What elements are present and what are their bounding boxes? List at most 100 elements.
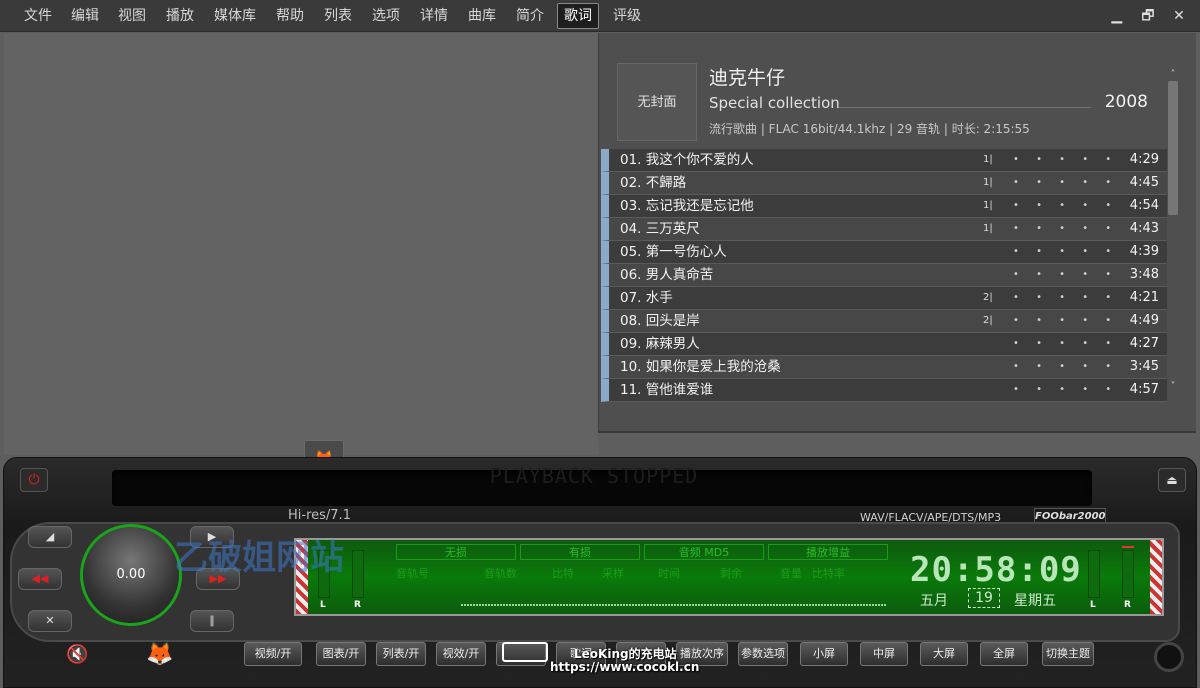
track-rate: 1| <box>983 177 993 188</box>
vu-channel-label: R <box>354 600 361 610</box>
album-year: 2008 <box>1104 92 1148 112</box>
track-row[interactable]: 04. 三万英尺 1| • • • • • 4:43 <box>601 218 1167 241</box>
rating-dots[interactable]: • • • • • <box>1013 356 1118 378</box>
rating-dots[interactable]: • • • • • <box>1013 172 1118 194</box>
track-row[interactable]: 08. 回头是岸 2| • • • • • 4:49 <box>601 310 1167 333</box>
rating-dots[interactable]: • • • • • <box>1013 287 1118 309</box>
track-row[interactable]: 07. 水手 2| • • • • • 4:21 <box>601 287 1167 310</box>
track-name: 05. 第一号伤心人 <box>620 244 727 260</box>
video-toggle-button[interactable]: 视频/开 <box>244 642 302 666</box>
label-bits: 比特 <box>552 567 574 580</box>
scroll-thumb[interactable] <box>1168 81 1178 215</box>
large-screen-button[interactable]: 大屏 <box>920 642 968 666</box>
track-duration: 4:54 <box>1129 198 1159 213</box>
scroll-down-icon[interactable]: ˅ <box>1167 381 1179 393</box>
vu-meter-right: L R <box>1080 544 1146 610</box>
playback-status: PLAYBACK STOPPED <box>489 464 699 488</box>
lcd-stripe-right <box>1150 540 1162 614</box>
track-row[interactable]: 10. 如果你是爱上我的沧桑 • • • • • 3:45 <box>601 356 1167 379</box>
switch-theme-button[interactable]: 切换主题 <box>1042 642 1094 666</box>
rating-dots[interactable]: • • • • • <box>1013 149 1118 171</box>
pause-icon[interactable]: ∥ <box>190 610 234 632</box>
rating-dots[interactable]: • • • • • <box>1013 195 1118 217</box>
track-duration: 4:49 <box>1129 313 1159 328</box>
menu-lyrics[interactable]: 歌词 <box>557 3 599 29</box>
rating-dots[interactable]: • • • • • <box>1013 333 1118 355</box>
visual-toggle-button[interactable]: 视效/开 <box>436 642 486 666</box>
track-duration: 4:45 <box>1129 175 1159 190</box>
track-rate: 1| <box>983 223 993 234</box>
date-day: 19 <box>968 588 1000 608</box>
tag-replaygain: 播放增益 <box>768 544 888 560</box>
foobar-window: 文件 编辑 视图 播放 媒体库 帮助 列表 选项 详情 曲库 简介 歌词 评级 … <box>0 0 1200 688</box>
date-month: 五月 <box>920 593 948 609</box>
car-stereo-panel: ⏻ PLAYBACK STOPPED ⏏ Hi-res/7.1 WAV/FLAC… <box>3 457 1197 688</box>
track-rate: 2| <box>983 315 993 326</box>
chart-toggle-button[interactable]: 图表/开 <box>316 642 366 666</box>
menu-library[interactable]: 媒体库 <box>208 3 262 29</box>
menu-intro[interactable]: 简介 <box>510 3 550 29</box>
rating-dots[interactable]: • • • • • <box>1013 310 1118 332</box>
list-toggle-button[interactable]: 列表/开 <box>376 642 426 666</box>
minimize-icon[interactable]: ▁ <box>1104 4 1130 28</box>
track-name: 02. 不歸路 <box>620 175 687 191</box>
track-duration: 4:57 <box>1129 382 1159 397</box>
track-scrollbar[interactable]: ˄ ˅ <box>1167 69 1179 401</box>
fox-logo-icon: 🦊 <box>146 642 174 667</box>
stop-icon[interactable]: ✕ <box>28 610 72 632</box>
menu-options[interactable]: 选项 <box>366 3 406 29</box>
side-button-1[interactable]: ◢ <box>28 526 72 548</box>
scroll-up-icon[interactable]: ˄ <box>1167 69 1179 81</box>
track-row[interactable]: 09. 麻辣男人 • • • • • 4:27 <box>601 333 1167 356</box>
preferences-button[interactable]: 参数选项 <box>738 642 788 666</box>
medium-screen-button[interactable]: 中屏 <box>860 642 908 666</box>
track-row[interactable]: 11. 管他谁爱谁 • • • • • 4:57 <box>601 379 1167 402</box>
power-knob[interactable] <box>1154 642 1184 672</box>
vu-bar <box>1122 550 1134 598</box>
visualization-pane[interactable] <box>4 33 598 455</box>
menu-music-lib[interactable]: 曲库 <box>462 3 502 29</box>
close-icon[interactable]: ✕ <box>1166 4 1192 28</box>
track-row[interactable]: 01. 我这个你不爱的人 1| • • • • • 4:29 <box>601 149 1167 172</box>
fullscreen-button[interactable]: 全屏 <box>980 642 1028 666</box>
restore-icon[interactable]: 🗗 <box>1135 4 1161 28</box>
label-volume: 音量 <box>780 567 802 580</box>
vu-channel-label: L <box>1090 600 1096 610</box>
label-remaining: 剩余 <box>720 567 742 580</box>
tag-md5: 音频 MD5 <box>644 544 764 560</box>
label-track-count: 音轨数 <box>484 567 517 580</box>
track-row[interactable]: 06. 男人真命苦 • • • • • 3:48 <box>601 264 1167 287</box>
menu-help[interactable]: 帮助 <box>270 3 310 29</box>
track-row[interactable]: 02. 不歸路 1| • • • • • 4:45 <box>601 172 1167 195</box>
label-track-no: 音轨号 <box>396 567 429 580</box>
rating-dots[interactable]: • • • • • <box>1013 379 1118 401</box>
menu-bar: 文件 编辑 视图 播放 媒体库 帮助 列表 选项 详情 曲库 简介 歌词 评级 … <box>0 0 1200 32</box>
vu-bar <box>1088 550 1100 598</box>
menu-rating[interactable]: 评级 <box>607 3 647 29</box>
clock: 20:58:09 <box>910 550 1082 590</box>
track-list[interactable]: 01. 我这个你不爱的人 1| • • • • • 4:29 02. 不歸路 1| • •… <box>601 149 1167 403</box>
menu-details[interactable]: 详情 <box>414 3 454 29</box>
album-divider <box>839 107 1091 108</box>
previous-track-icon[interactable]: ◀◀ <box>18 568 62 590</box>
menu-view[interactable]: 视图 <box>112 3 152 29</box>
small-screen-button[interactable]: 小屏 <box>800 642 848 666</box>
rating-dots[interactable]: • • • • • <box>1013 218 1118 240</box>
eject-icon[interactable]: ⏏ <box>1158 468 1186 492</box>
menu-edit[interactable]: 编辑 <box>65 3 105 29</box>
track-rate: 1| <box>983 200 993 211</box>
mute-icon[interactable]: 🔇 <box>66 644 88 665</box>
menu-list[interactable]: 列表 <box>318 3 358 29</box>
rating-dots[interactable]: • • • • • <box>1013 241 1118 263</box>
vu-channel-label: R <box>1124 600 1131 610</box>
menu-playback[interactable]: 播放 <box>160 3 200 29</box>
track-row[interactable]: 03. 忘记我还是忘记他 1| • • • • • 4:54 <box>601 195 1167 218</box>
volume-knob[interactable]: 0.00 <box>80 524 182 626</box>
rating-dots[interactable]: • • • • • <box>1013 264 1118 286</box>
menu-file[interactable]: 文件 <box>18 3 58 29</box>
tag-lossy: 有损 <box>520 544 640 560</box>
track-row[interactable]: 05. 第一号伤心人 • • • • • 4:39 <box>601 241 1167 264</box>
seek-bar[interactable] <box>461 604 887 606</box>
track-name: 10. 如果你是爱上我的沧桑 <box>620 359 781 375</box>
track-duration: 4:27 <box>1129 336 1159 351</box>
